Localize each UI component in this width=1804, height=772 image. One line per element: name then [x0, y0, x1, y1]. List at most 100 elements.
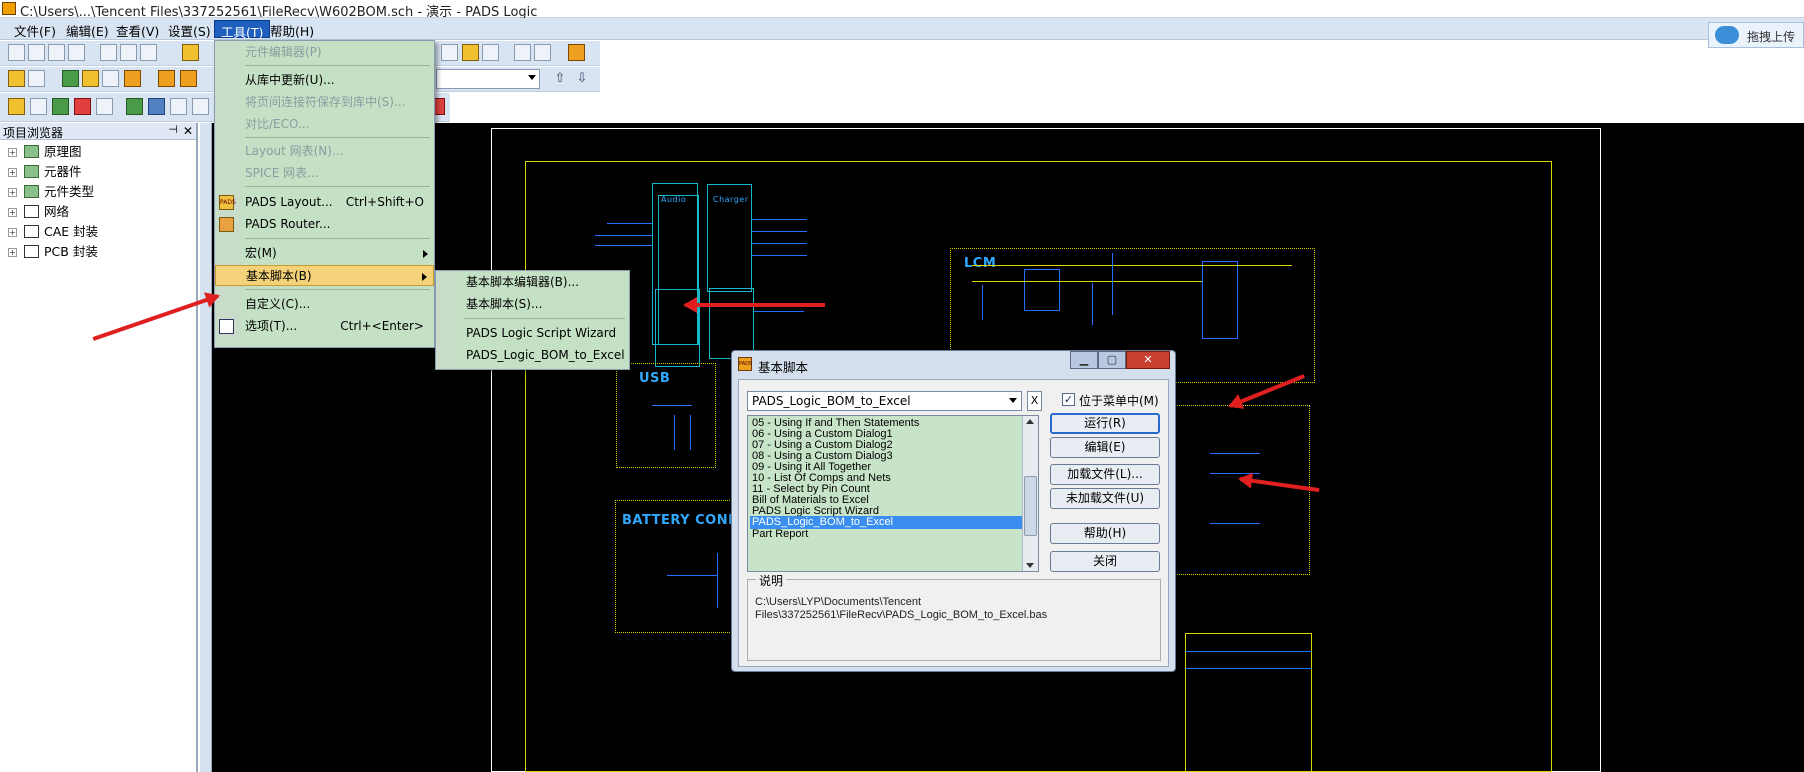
- add-wire-icon[interactable]: [126, 98, 143, 115]
- upload-button[interactable]: 拖拽上传: [1708, 22, 1804, 48]
- paste-icon[interactable]: [140, 44, 157, 61]
- menu-item-customize[interactable]: 自定义(C)...: [215, 294, 434, 315]
- lcm-ic: [1024, 269, 1060, 311]
- arrow-down-icon[interactable]: ⇩: [574, 71, 590, 87]
- expand-icon[interactable]: +: [8, 188, 17, 197]
- minimize-button[interactable]: ▁: [1070, 351, 1098, 369]
- tools-menu: 元件编辑器(P) 从库中更新(U)... 将页间连接符保存到库中(S)... 对…: [214, 40, 435, 348]
- wire: [717, 553, 718, 608]
- scroll-up-icon[interactable]: [1026, 419, 1034, 424]
- menu-item-spice-netlist[interactable]: SPICE 网表...: [215, 163, 434, 184]
- load-file-button[interactable]: 加载文件(L)...: [1050, 464, 1160, 485]
- menu-tools[interactable]: 工具(T): [214, 20, 271, 40]
- close-icon[interactable]: ✕: [183, 124, 193, 138]
- ref-icon[interactable]: [124, 70, 141, 87]
- unload-file-button[interactable]: 未加载文件(U): [1050, 488, 1160, 509]
- menu-view[interactable]: 查看(V): [110, 20, 165, 39]
- expand-icon[interactable]: +: [8, 208, 17, 217]
- script-list[interactable]: 05 - Using If and Then Statements 06 - U…: [747, 415, 1039, 572]
- submenu-item-script-wizard[interactable]: PADS Logic Script Wizard: [436, 323, 629, 344]
- move-icon[interactable]: [30, 98, 47, 115]
- help-button[interactable]: 帮助(H): [1050, 523, 1160, 544]
- add-field-icon[interactable]: [192, 98, 209, 115]
- menu-item-update-from-library[interactable]: 从库中更新(U)...: [215, 70, 434, 91]
- tree-item-part-types[interactable]: + 元件类型: [0, 182, 196, 202]
- menu-item-compare-eco[interactable]: 对比/ECO...: [215, 114, 434, 135]
- menu-item-options[interactable]: 选项(T)... Ctrl+<Enter>: [215, 316, 434, 337]
- wire: [752, 219, 807, 220]
- menu-help[interactable]: 帮助(H): [264, 20, 320, 39]
- tree-item-cae-decals[interactable]: + CAE 封装: [0, 222, 196, 242]
- in-menu-checkbox[interactable]: ✓: [1062, 393, 1075, 406]
- menu-file[interactable]: 文件(F): [8, 20, 62, 39]
- zoom-icon[interactable]: [441, 44, 458, 61]
- forward-icon[interactable]: [534, 44, 551, 61]
- bus-icon[interactable]: [158, 70, 175, 87]
- scroll-thumb[interactable]: [1024, 476, 1037, 536]
- add-text-icon[interactable]: [170, 98, 187, 115]
- menu-item-pads-router[interactable]: PADS Router...: [215, 214, 434, 235]
- layer-combo[interactable]: [436, 69, 540, 89]
- layout-icon[interactable]: [568, 44, 585, 61]
- script-select[interactable]: PADS_Logic_BOM_to_Excel: [747, 391, 1022, 411]
- add-bus-icon[interactable]: [148, 98, 165, 115]
- expand-icon[interactable]: +: [8, 168, 17, 177]
- wire: [607, 223, 652, 224]
- delete-icon[interactable]: [74, 98, 91, 115]
- wire-icon[interactable]: [102, 70, 119, 87]
- menu-item-save-offpage[interactable]: 将页间连接符保存到库中(S)...: [215, 92, 434, 113]
- menu-settings[interactable]: 设置(S): [162, 20, 217, 39]
- select-mode-icon[interactable]: [8, 70, 25, 87]
- copy-icon[interactable]: [120, 44, 137, 61]
- rotate-icon[interactable]: [52, 98, 69, 115]
- copy-item-icon[interactable]: [96, 98, 113, 115]
- project-browser-header: 项目浏览器 ⊣ ✕: [0, 123, 196, 140]
- dialog-title-bar[interactable]: PADS 基本脚本 ▁ ▢ ✕: [732, 351, 1175, 377]
- expand-icon[interactable]: +: [8, 248, 17, 257]
- maximize-button[interactable]: ▢: [1098, 351, 1126, 369]
- save-icon[interactable]: [48, 44, 65, 61]
- tree-item-schematic[interactable]: + 原理图: [0, 142, 196, 162]
- menu-item-pads-layout[interactable]: PADS PADS Layout... Ctrl+Shift+O: [215, 192, 434, 213]
- expand-icon[interactable]: +: [8, 148, 17, 157]
- menu-edit[interactable]: 编辑(E): [60, 20, 115, 39]
- connector-icon[interactable]: [180, 70, 197, 87]
- pointer-icon[interactable]: [8, 98, 25, 115]
- cut-icon[interactable]: [100, 44, 117, 61]
- menu-item-layout-netlist[interactable]: Layout 网表(N)...: [215, 141, 434, 162]
- scroll-down-icon[interactable]: [1026, 563, 1034, 568]
- tree-item-components[interactable]: + 元器件: [0, 162, 196, 182]
- add-part-icon[interactable]: [62, 70, 79, 87]
- submenu-item-basic-script[interactable]: 基本脚本(S)...: [436, 294, 629, 315]
- tree-item-pcb-decals[interactable]: + PCB 封装: [0, 242, 196, 262]
- menu-item-macro[interactable]: 宏(M): [215, 243, 434, 264]
- component-icon[interactable]: [82, 70, 99, 87]
- expand-icon[interactable]: +: [8, 228, 17, 237]
- usb-label: USB: [639, 371, 671, 386]
- menu-item-basic-script[interactable]: 基本脚本(B): [215, 265, 434, 286]
- sheet-icon[interactable]: [182, 44, 199, 61]
- run-button[interactable]: 运行(R): [1050, 413, 1160, 434]
- submenu-item-bom-to-excel[interactable]: PADS_Logic_BOM_to_Excel: [436, 345, 629, 366]
- tree-item-nets[interactable]: + 网络: [0, 202, 196, 222]
- back-icon[interactable]: [514, 44, 531, 61]
- list-item[interactable]: Part Report: [750, 528, 1022, 541]
- pin-icon[interactable]: ⊣: [168, 123, 178, 136]
- menu-item-label: PADS Logic Script Wizard: [466, 326, 617, 340]
- print-icon[interactable]: [68, 44, 85, 61]
- filter-icon[interactable]: [28, 70, 45, 87]
- list-scrollbar[interactable]: [1022, 416, 1038, 571]
- menu-item-part-editor[interactable]: 元件编辑器(P): [215, 42, 434, 63]
- clear-button[interactable]: X: [1027, 391, 1042, 411]
- edit-button[interactable]: 编辑(E): [1050, 437, 1160, 458]
- arrow-up-icon[interactable]: ⇧: [552, 71, 568, 87]
- menu-item-label: 从库中更新(U)...: [245, 73, 335, 87]
- close-window-button[interactable]: ✕: [1126, 351, 1170, 369]
- brush-icon[interactable]: [482, 44, 499, 61]
- find-icon[interactable]: [462, 44, 479, 61]
- wire: [752, 231, 807, 232]
- submenu-item-script-editor[interactable]: 基本脚本编辑器(B)...: [436, 272, 629, 293]
- open-icon[interactable]: [28, 44, 45, 61]
- new-icon[interactable]: [8, 44, 25, 61]
- close-button[interactable]: 关闭: [1050, 551, 1160, 572]
